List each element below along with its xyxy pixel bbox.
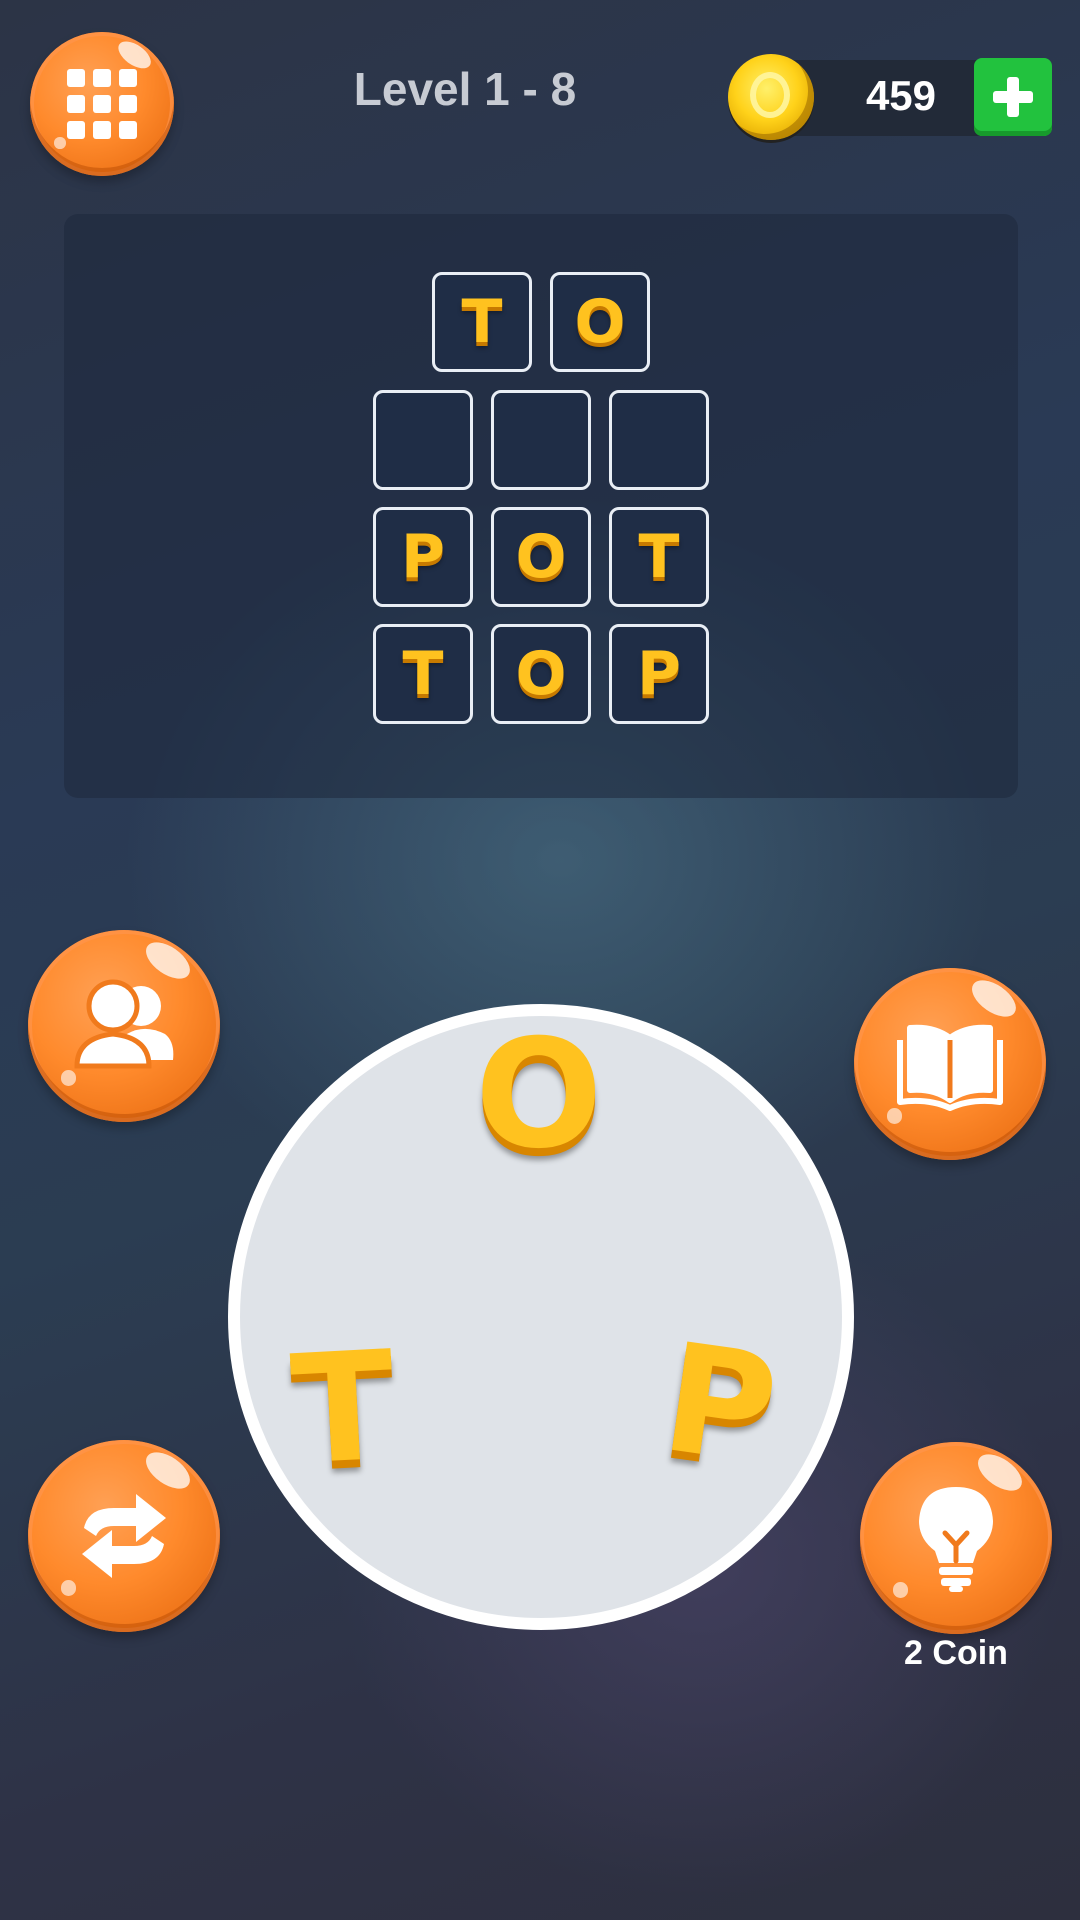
board-cell: O [491, 624, 591, 724]
lightbulb-icon [919, 1487, 993, 1592]
shuffle-button[interactable] [28, 1440, 220, 1632]
book-icon [897, 1024, 1003, 1111]
level-title: Level 1 - 8 [353, 63, 577, 115]
cell-letter: P [637, 639, 681, 709]
cell-letter: P [401, 522, 445, 592]
board-cell: O [550, 272, 650, 372]
cell-letter: O [574, 287, 626, 357]
board-cell: P [609, 624, 709, 724]
add-coins-button[interactable] [974, 58, 1052, 136]
grid-icon [67, 69, 137, 139]
cell-letter: T [402, 639, 444, 709]
users-icon [74, 979, 174, 1069]
board-cell: T [373, 624, 473, 724]
cell-letter: O [515, 639, 567, 709]
cell-letter: O [515, 522, 567, 592]
cell-letter: T [638, 522, 680, 592]
board-cell: T [609, 507, 709, 607]
board-cell: T [432, 272, 532, 372]
board-cell [491, 390, 591, 490]
friends-button[interactable] [28, 930, 220, 1122]
coin-icon [728, 54, 814, 140]
board-cell [609, 390, 709, 490]
coin-count: 459 [865, 72, 937, 119]
board-cell: P [373, 507, 473, 607]
cell-letter: T [461, 287, 503, 357]
wheel-letter[interactable]: T [288, 1319, 399, 1498]
plus-icon [993, 77, 1033, 117]
hint-cost-label: 2 Coin [904, 1634, 1008, 1672]
menu-button[interactable] [30, 32, 174, 176]
board-cell: O [491, 507, 591, 607]
wheel-letter[interactable]: P [653, 1311, 786, 1499]
hint-button[interactable] [860, 1442, 1052, 1634]
board-cell [373, 390, 473, 490]
shuffle-icon [82, 1494, 166, 1578]
wheel-letter[interactable]: O [475, 1020, 603, 1170]
dictionary-button[interactable] [854, 968, 1046, 1160]
